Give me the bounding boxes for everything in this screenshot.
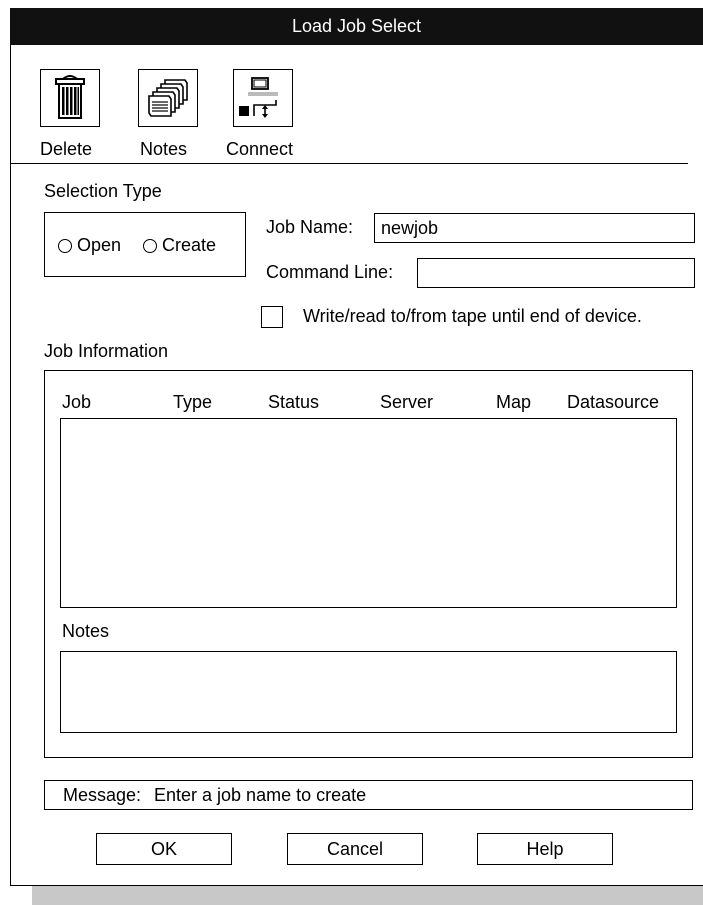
open-radio[interactable]: Open (58, 235, 121, 256)
tape-checkbox[interactable] (261, 306, 283, 328)
column-header-status[interactable]: Status (268, 392, 319, 413)
column-header-map[interactable]: Map (496, 392, 531, 413)
trash-can-icon (55, 75, 85, 119)
message-label: Message: (63, 785, 142, 805)
connect-icon (239, 77, 278, 118)
selection-type-heading: Selection Type (44, 181, 162, 201)
open-radio-label: Open (77, 235, 122, 255)
column-header-job[interactable]: Job (62, 392, 91, 413)
column-header-type[interactable]: Type (173, 392, 212, 413)
notes-textarea[interactable] (60, 651, 677, 733)
notes-button[interactable] (138, 69, 198, 127)
notes-stack-icon (148, 79, 188, 117)
message-bar: Message: Enter a job name to create (44, 780, 693, 810)
notes-heading: Notes (62, 621, 110, 641)
job-list[interactable] (60, 418, 677, 608)
job-name-label: Job Name: (266, 217, 354, 237)
open-radio-circle[interactable] (58, 239, 72, 253)
selection-type-group: Open Create (44, 212, 246, 277)
job-name-input[interactable]: newjob (374, 213, 695, 243)
help-button[interactable]: Help (477, 833, 613, 865)
command-line-label: Command Line: (266, 262, 394, 282)
window-title: Load Job Select (291, 16, 422, 36)
toolbar-divider (10, 163, 688, 164)
notes-label: Notes (140, 139, 188, 159)
job-information-heading: Job Information (44, 341, 169, 361)
column-header-datasource[interactable]: Datasource (567, 392, 659, 413)
delete-label: Delete (40, 139, 93, 159)
tape-checkbox-label: Write/read to/from tape until end of dev… (303, 306, 642, 326)
create-radio-label: Create (162, 235, 217, 255)
delete-button[interactable] (40, 69, 100, 127)
message-text: Enter a job name to create (154, 785, 367, 805)
ok-button[interactable]: OK (96, 833, 232, 865)
command-line-input[interactable] (417, 258, 695, 288)
connect-button[interactable] (233, 69, 293, 127)
dialog-shadow (32, 886, 703, 905)
title-bar: Load Job Select (10, 8, 703, 45)
create-radio-circle[interactable] (143, 239, 157, 253)
create-radio[interactable]: Create (143, 235, 216, 256)
column-header-server[interactable]: Server (380, 392, 433, 413)
connect-label: Connect (226, 139, 294, 159)
cancel-button[interactable]: Cancel (287, 833, 423, 865)
